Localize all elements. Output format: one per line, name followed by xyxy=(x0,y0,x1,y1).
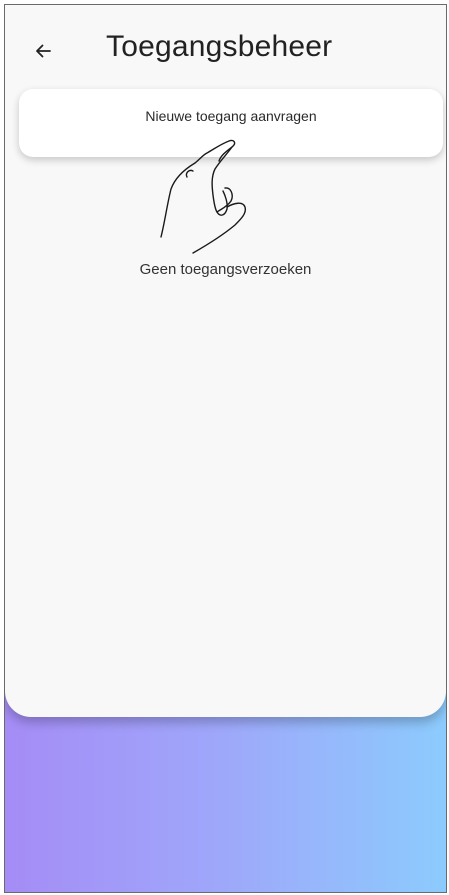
back-button[interactable] xyxy=(25,33,61,69)
app-screen: Toegangsbeheer Nieuwe toegang aanvragen … xyxy=(4,4,447,893)
arrow-left-icon xyxy=(36,44,51,58)
app-bar: Toegangsbeheer xyxy=(5,5,446,89)
page-title: Toegangsbeheer xyxy=(106,30,333,63)
empty-state-text: Geen toegangsverzoeken xyxy=(139,261,312,278)
pointing-hand-icon xyxy=(160,139,247,254)
content-sheet: Toegangsbeheer Nieuwe toegang aanvragen … xyxy=(5,5,446,717)
request-access-label: Nieuwe toegang aanvragen xyxy=(145,108,317,124)
